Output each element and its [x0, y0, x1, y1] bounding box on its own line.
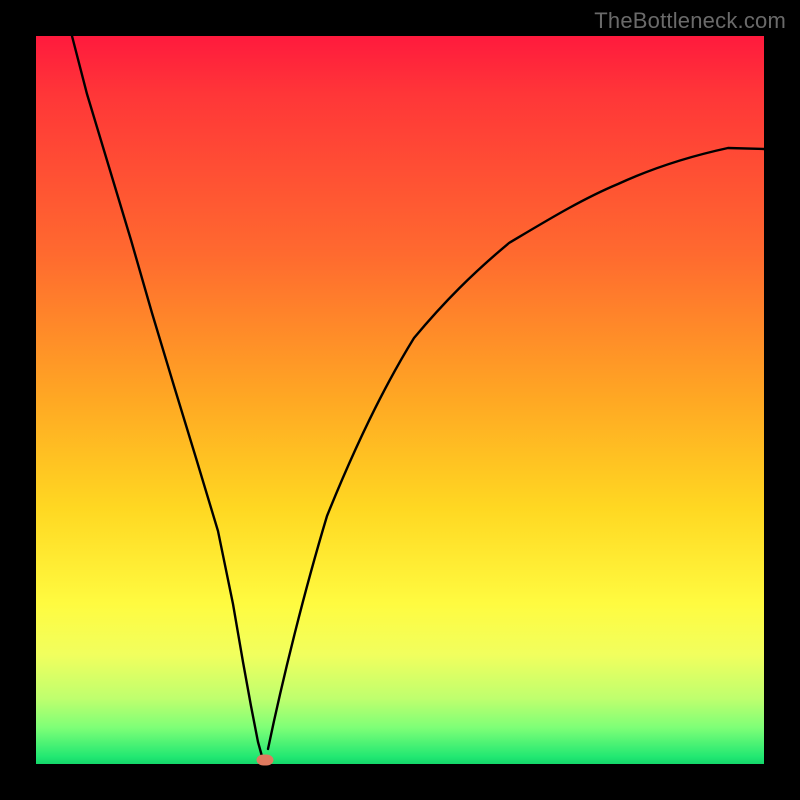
curve-left-branch [72, 36, 263, 760]
bottleneck-curve [36, 36, 764, 764]
attribution-text: TheBottleneck.com [594, 8, 786, 34]
plot-area [36, 36, 764, 764]
minimum-marker [257, 755, 274, 766]
chart-frame: TheBottleneck.com [0, 0, 800, 800]
curve-right-branch [268, 148, 764, 749]
